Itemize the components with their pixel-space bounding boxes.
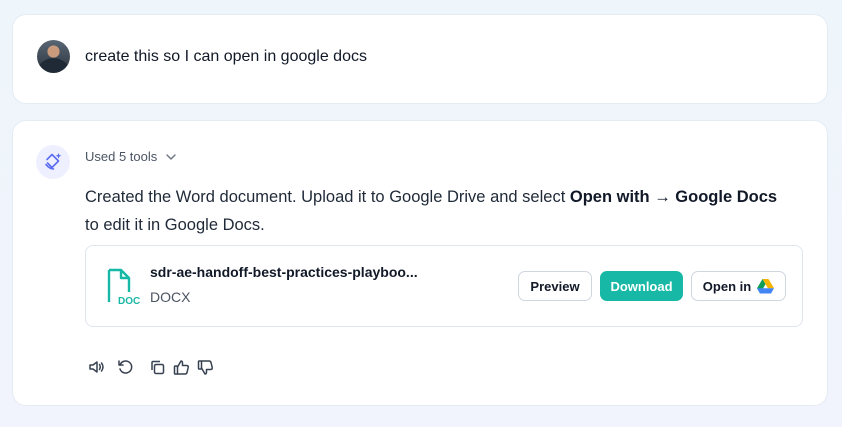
file-type: DOCX [150,289,191,305]
message-actions [87,357,215,377]
open-in-label: Open in [702,278,752,294]
open-with-instruction: Open with → Google Docs [569,188,778,206]
chevron-down-icon [166,154,176,160]
open-in-button[interactable]: Open in [691,271,786,301]
ai-sparkle-icon [36,145,70,179]
doc-file-icon: DOC [107,268,140,306]
assistant-response-text: Created the Word document. Upload it to … [85,188,778,234]
user-message-text: create this so I can open in google docs [85,48,367,65]
used-tools-toggle[interactable]: Used 5 tools [85,149,177,164]
user-avatar [37,40,70,73]
file-name: sdr-ae-handoff-best-practices-playboo... [150,264,418,280]
preview-button[interactable]: Preview [518,271,592,301]
thumbs-down-icon[interactable] [195,357,215,377]
used-tools-label: Used 5 tools [85,149,158,164]
copy-icon[interactable] [147,357,167,377]
regenerate-icon[interactable] [115,357,135,377]
assistant-message-card: Used 5 tools Created the Word document. … [12,120,828,406]
svg-text:DOC: DOC [118,296,140,306]
speaker-icon[interactable] [87,357,107,377]
user-message-card: create this so I can open in google docs [12,14,828,104]
file-attachment-card: DOC sdr-ae-handoff-best-practices-playbo… [85,245,803,327]
download-button[interactable]: Download [600,271,683,301]
google-drive-icon [757,278,775,293]
thumbs-up-icon[interactable] [171,357,191,377]
